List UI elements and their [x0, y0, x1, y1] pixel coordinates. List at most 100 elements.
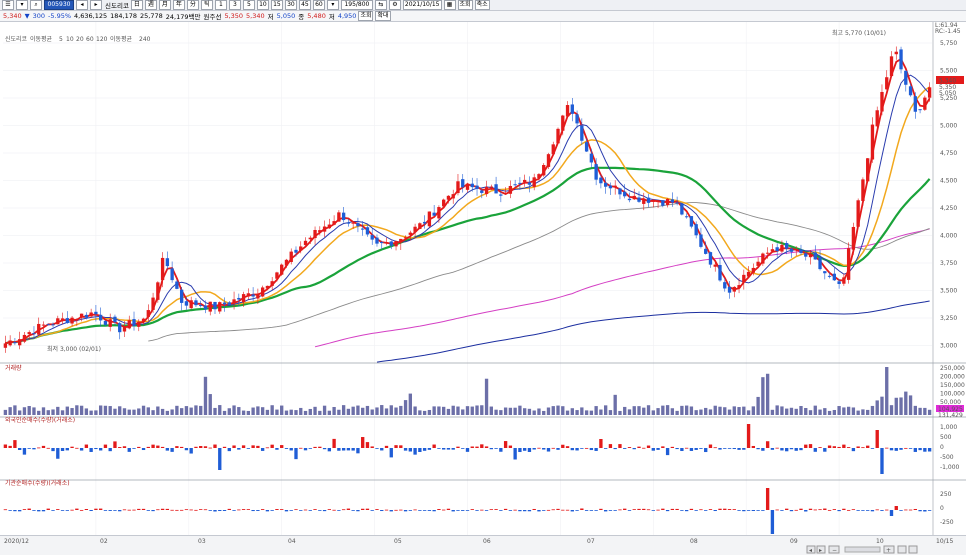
candle-body	[618, 188, 622, 195]
foreign-net-bar	[246, 448, 251, 449]
foreign-net-bar	[384, 445, 389, 448]
legend-ma-10: 10	[66, 36, 74, 43]
candle-body	[3, 343, 8, 348]
volume-bar	[84, 408, 89, 415]
fit-button[interactable]	[897, 545, 907, 554]
zoom-out-button[interactable]: 축소	[474, 0, 490, 10]
foreign-net-bar	[365, 442, 370, 448]
foreign-tick-label: 1,000	[940, 424, 957, 431]
volume-bar	[170, 409, 174, 415]
minute-60-button[interactable]: 60	[312, 0, 325, 10]
price-change-pct: -5.95%	[48, 12, 72, 20]
foreign-net-bar	[537, 447, 541, 449]
candle-body	[151, 297, 155, 310]
institution-net-bar	[370, 510, 374, 511]
settings-button[interactable]	[908, 545, 918, 554]
settings-icon[interactable]: ⚙	[388, 0, 401, 10]
candle-body	[137, 321, 141, 327]
volume-bar	[332, 406, 336, 415]
volume-bar	[232, 405, 236, 415]
search-icon[interactable]: ⌕	[30, 0, 42, 10]
volume-bar	[603, 405, 608, 415]
volume-bar	[175, 405, 179, 415]
institution-net-bar	[375, 509, 379, 510]
count-field[interactable]: 195/800	[340, 0, 373, 10]
prev-stock-icon[interactable]: ◂	[76, 0, 88, 10]
month-button[interactable]: 月	[158, 0, 171, 10]
institution-net-bar	[56, 509, 60, 510]
day-button[interactable]: 日	[130, 0, 143, 10]
tick-button[interactable]: 틱	[200, 0, 213, 10]
period-select[interactable]: ▾	[326, 0, 339, 10]
stock-code-input[interactable]: 005930	[44, 0, 74, 10]
minute-1-button[interactable]: 1	[214, 0, 227, 10]
institution-net-bar	[904, 509, 908, 511]
foreign-net-bar	[51, 448, 55, 452]
institution-net-bar	[79, 509, 84, 511]
stock-chart[interactable]: 5,7505,5005,2505,0004,7504,5004,2504,000…	[0, 22, 966, 535]
query-button[interactable]: 조회	[457, 0, 473, 10]
next-stock-icon[interactable]: ▸	[90, 0, 102, 10]
volume-bar	[723, 407, 727, 415]
institution-tick-label: 0	[940, 505, 944, 512]
price-tick-label: 3,250	[940, 315, 957, 322]
volume-bar	[880, 396, 884, 415]
foreign-net-bar	[713, 447, 717, 449]
institution-net-bar	[670, 508, 675, 510]
institution-net-bar	[456, 510, 460, 511]
minute-15-button[interactable]: 15	[270, 0, 283, 10]
volume-bar	[708, 409, 713, 415]
minute-30-button[interactable]: 30	[284, 0, 297, 10]
candle-body	[370, 235, 374, 240]
minute-5-button[interactable]: 5	[242, 0, 255, 10]
institution-net-bar	[70, 509, 74, 511]
volume-bar	[122, 408, 127, 415]
chevron-down-icon[interactable]: ▾	[16, 0, 28, 10]
volume-bar	[537, 408, 541, 415]
foreign-net-bar	[637, 446, 641, 448]
institution-net-bar	[813, 509, 817, 511]
volume-bar	[337, 409, 341, 415]
minute-10-button[interactable]: 10	[256, 0, 269, 10]
query-button-2[interactable]: 조회	[358, 11, 374, 21]
candle-body	[823, 271, 827, 274]
menu-icon[interactable]: ☰	[2, 0, 14, 10]
calendar-icon[interactable]: ▦	[443, 0, 456, 10]
candle-body	[132, 319, 136, 326]
institution-net-bar	[580, 508, 584, 510]
foreign-net-bar	[513, 448, 517, 460]
date-field[interactable]: 2021/10/15	[402, 0, 442, 10]
institution-net-bar	[527, 510, 532, 512]
minute-45-button[interactable]: 45	[298, 0, 311, 10]
link-icon[interactable]: ⇆	[374, 0, 387, 10]
foreign-net-bar	[889, 448, 894, 451]
foreign-net-bar	[432, 444, 436, 448]
candle-body	[160, 257, 165, 281]
foreign-net-bar	[656, 448, 660, 450]
institution-net-bar	[289, 510, 293, 511]
institution-net-bar	[256, 510, 260, 511]
institution-net-bar	[94, 508, 98, 510]
week-button[interactable]: 週	[144, 0, 157, 10]
volume-bar	[532, 410, 536, 415]
candle-body	[351, 222, 355, 224]
institution-net-bar	[184, 509, 189, 511]
volume-bar	[65, 406, 69, 415]
foreign-net-bar	[218, 448, 222, 470]
year-button[interactable]: 年	[172, 0, 185, 10]
zoom-slider[interactable]	[844, 546, 881, 553]
minute-3-button[interactable]: 3	[228, 0, 241, 10]
foreign-net-bar	[337, 448, 341, 451]
zoom-in-button[interactable]: 확대	[375, 11, 391, 21]
candle-body	[308, 237, 312, 240]
volume-bar	[465, 406, 470, 415]
foreign-net-bar	[32, 448, 36, 450]
foreign-net-bar	[913, 448, 917, 452]
foreign-net-bar	[256, 445, 260, 448]
minute-button[interactable]: 分	[186, 0, 199, 10]
price-tick-label: 4,500	[940, 178, 957, 185]
candle-body	[89, 312, 93, 317]
foreign-net-bar	[108, 448, 112, 452]
volume-bar	[294, 410, 298, 415]
foreign-net-bar	[137, 446, 141, 448]
